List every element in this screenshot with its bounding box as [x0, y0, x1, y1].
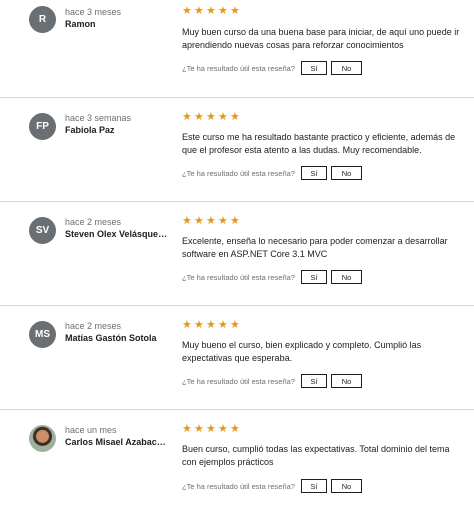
star-icon: ★ [194, 215, 204, 227]
review-item: R hace 3 meses Ramon ★ ★ ★ ★ ★ Muy buen … [0, 0, 474, 104]
helpful-no-button[interactable]: No [330, 166, 362, 180]
helpful-yes-button[interactable]: Sí [300, 166, 327, 180]
star-rating: ★ ★ ★ ★ ★ [182, 423, 240, 435]
star-icon: ★ [230, 5, 240, 17]
star-icon: ★ [194, 5, 204, 17]
helpful-yes-button[interactable]: Sí [300, 374, 327, 388]
star-icon: ★ [206, 111, 216, 123]
star-icon: ★ [206, 215, 216, 227]
helpful-row: ¿Te ha resultado útil esta reseña? Sí No [182, 166, 362, 180]
star-icon: ★ [182, 5, 192, 17]
helpful-row: ¿Te ha resultado útil esta reseña? Sí No [182, 61, 362, 75]
review-time: hace 2 meses [65, 217, 122, 227]
star-icon: ★ [182, 423, 192, 435]
star-icon: ★ [230, 215, 240, 227]
helpful-yes-button[interactable]: Sí [300, 270, 327, 284]
review-time: hace 3 semanas [65, 113, 132, 123]
star-icon: ★ [230, 319, 240, 331]
review-text: Buen curso, cumplió todas las expectativ… [182, 444, 450, 467]
star-icon: ★ [182, 319, 192, 331]
review-text: Este curso me ha resultado bastante prac… [182, 132, 456, 155]
review-item: FP hace 3 semanas Fabiola Paz ★ ★ ★ ★ ★ … [0, 97, 474, 201]
star-rating: ★ ★ ★ ★ ★ [182, 5, 240, 17]
star-icon: ★ [194, 111, 204, 123]
review-time: hace 3 meses [65, 7, 122, 17]
star-rating: ★ ★ ★ ★ ★ [182, 215, 240, 227]
helpful-no-button[interactable]: No [330, 270, 362, 284]
helpful-row: ¿Te ha resultado útil esta reseña? Sí No [182, 374, 362, 388]
helpful-yes-button[interactable]: Sí [300, 61, 327, 75]
review-item: hace un mes Carlos Misael Azabache S... … [0, 409, 474, 513]
star-icon: ★ [206, 5, 216, 17]
star-icon: ★ [218, 423, 228, 435]
star-icon: ★ [230, 423, 240, 435]
star-icon: ★ [194, 319, 204, 331]
helpful-question: ¿Te ha resultado útil esta reseña? [182, 63, 295, 73]
star-icon: ★ [218, 319, 228, 331]
review-item: MS hace 2 meses Matías Gastón Sotola ★ ★… [0, 305, 474, 409]
star-icon: ★ [218, 111, 228, 123]
reviewer-name: Ramon [65, 19, 96, 29]
avatar: R [29, 6, 56, 33]
review-time: hace un mes [65, 425, 117, 435]
helpful-row: ¿Te ha resultado útil esta reseña? Sí No [182, 270, 362, 284]
helpful-question: ¿Te ha resultado útil esta reseña? [182, 481, 295, 491]
avatar: MS [29, 321, 56, 348]
helpful-question: ¿Te ha resultado útil esta reseña? [182, 272, 295, 282]
star-icon: ★ [218, 215, 228, 227]
avatar: SV [29, 217, 56, 244]
reviewer-name: Steven Olex Velásquez Ji... [65, 229, 169, 239]
star-icon: ★ [194, 423, 204, 435]
star-icon: ★ [182, 215, 192, 227]
helpful-question: ¿Te ha resultado útil esta reseña? [182, 168, 295, 178]
star-icon: ★ [218, 5, 228, 17]
reviewer-name: Matías Gastón Sotola [65, 333, 157, 343]
review-text: Muy bueno el curso, bien explicado y com… [182, 340, 422, 363]
helpful-row: ¿Te ha resultado útil esta reseña? Sí No [182, 479, 362, 493]
star-icon: ★ [206, 423, 216, 435]
avatar: FP [29, 113, 56, 140]
reviewer-name: Carlos Misael Azabache S... [65, 437, 169, 447]
star-icon: ★ [230, 111, 240, 123]
review-text: Muy buen curso da una buena base para in… [182, 27, 460, 50]
review-time: hace 2 meses [65, 321, 122, 331]
review-item: SV hace 2 meses Steven Olex Velásquez Ji… [0, 201, 474, 305]
star-rating: ★ ★ ★ ★ ★ [182, 319, 240, 331]
helpful-no-button[interactable]: No [330, 479, 362, 493]
reviewer-name: Fabiola Paz [65, 125, 115, 135]
avatar-photo [29, 425, 56, 452]
helpful-no-button[interactable]: No [330, 374, 362, 388]
star-rating: ★ ★ ★ ★ ★ [182, 111, 240, 123]
star-icon: ★ [182, 111, 192, 123]
helpful-no-button[interactable]: No [330, 61, 362, 75]
star-icon: ★ [206, 319, 216, 331]
helpful-yes-button[interactable]: Sí [300, 479, 327, 493]
review-text: Excelente, enseña lo necesario para pode… [182, 236, 448, 259]
helpful-question: ¿Te ha resultado útil esta reseña? [182, 376, 295, 386]
